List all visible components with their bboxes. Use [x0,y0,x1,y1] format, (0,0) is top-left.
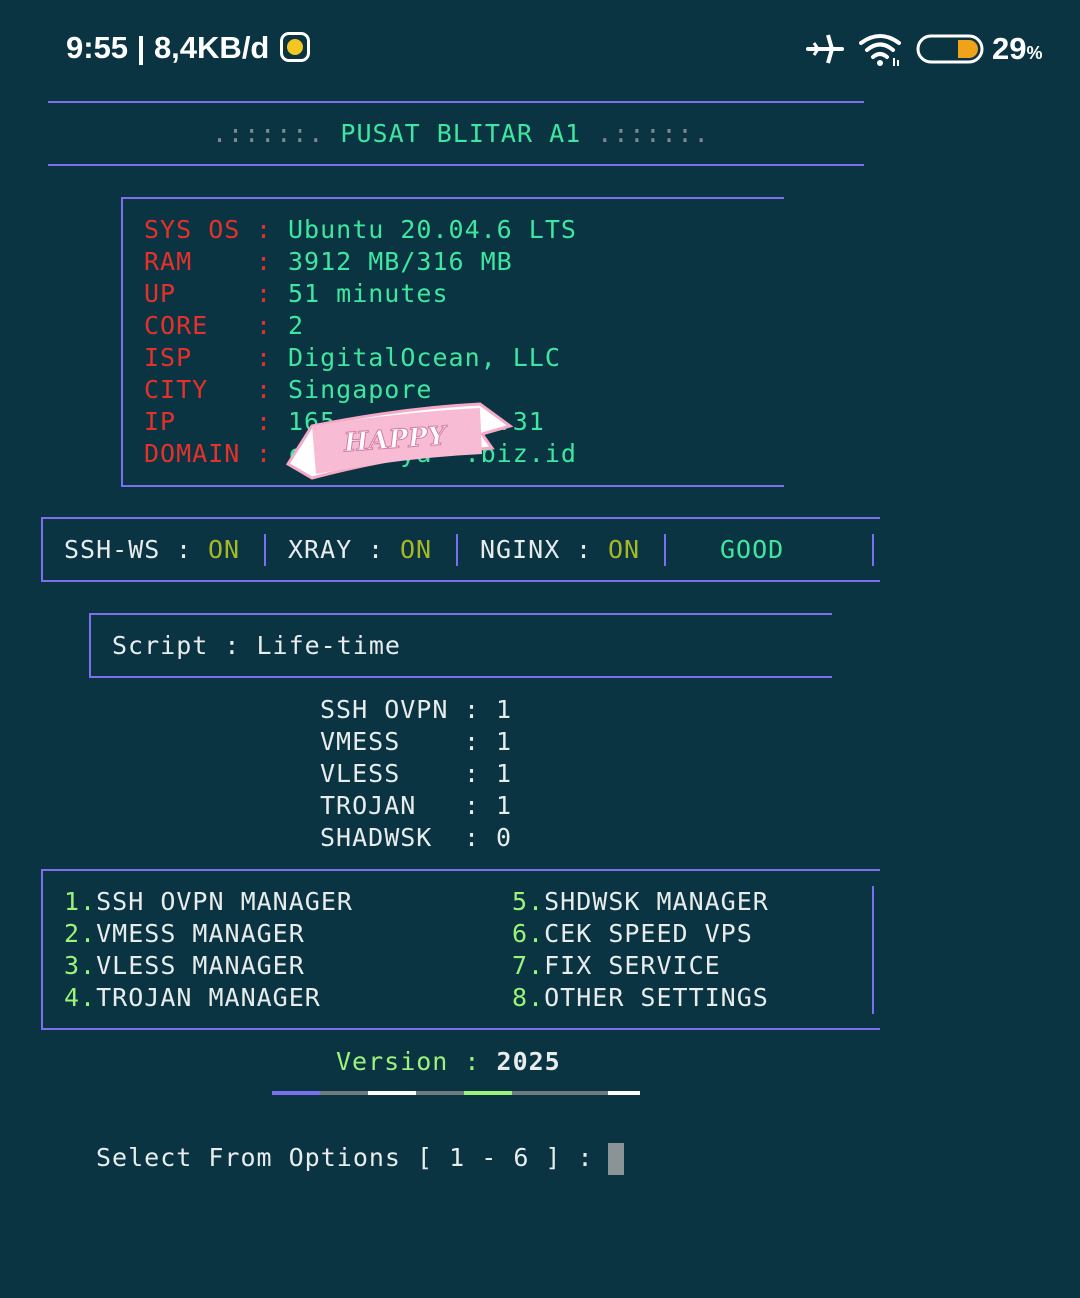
nginx-label: NGINX [480,535,561,564]
version-line: Version : 2025 [336,1047,561,1076]
menu-item-2[interactable]: 2.VMESS MANAGER [64,919,305,948]
menu-item-1[interactable]: 1.SSH OVPN MANAGER [64,887,353,916]
sysinfo-left-border [121,197,123,487]
sysinfo-top-border [121,197,784,199]
header-title: PUSAT BLITAR A1 [340,119,582,148]
services-divider [264,534,266,566]
services-divider [456,534,458,566]
menu-item-8[interactable]: 8.OTHER SETTINGS [512,983,769,1012]
wifi-icon [859,34,901,66]
nginx-status: ON [608,535,641,564]
services-divider [872,534,874,566]
header-top-border [48,101,864,103]
menu-item-5[interactable]: 5.SHDWSK MANAGER [512,887,769,916]
version-label: Version [336,1047,449,1076]
script-info: Script : Life-time [112,631,401,660]
menu-bottom-border [41,1028,880,1030]
xray-status: ON [400,535,433,564]
sysinfo-bottom-border [121,485,784,487]
menu-left-border [41,869,43,1030]
status-time: 9:55 | 8,4KB/d [66,30,270,65]
header-bottom-border [48,164,864,166]
separator: : [576,535,593,564]
ssh-ws-status: ON [208,535,241,564]
battery-percentage: 29% [992,31,1043,66]
services-top-border [41,517,880,519]
menu-item-3[interactable]: 3.VLESS MANAGER [64,951,305,980]
color-bar [272,1091,640,1095]
script-label: Script [112,631,209,660]
menu-item-6[interactable]: 6.CEK SPEED VPS [512,919,753,948]
menu-top-border [41,869,880,871]
emoji-icon [280,32,310,62]
battery-icon [916,34,984,64]
menu-item-4[interactable]: 4.TROJAN MANAGER [64,983,321,1012]
xray-label: XRAY [288,535,353,564]
happy-sticker: HAPPY [285,402,514,480]
script-left-border [89,613,91,678]
airplane-icon [806,34,844,64]
menu-right-border [872,886,874,1014]
version-value: 2025 [496,1047,561,1076]
services-bottom-border [41,580,880,582]
header-banner: .:::::. PUSAT BLITAR A1 .:::::. [212,119,710,148]
script-value: Life-time [256,631,401,660]
ssh-ws-label: SSH-WS [64,535,161,564]
separator: : [176,535,193,564]
overall-status: GOOD [720,535,785,564]
terminal-cursor[interactable] [608,1143,624,1175]
prompt-text: Select From Options [ 1 - 6 ] : [96,1143,594,1172]
services-divider [664,534,666,566]
separator: : [368,535,385,564]
services-left-border [41,517,43,582]
script-top-border [89,613,832,615]
script-bottom-border [89,676,832,678]
menu-item-7[interactable]: 7.FIX SERVICE [512,951,721,980]
